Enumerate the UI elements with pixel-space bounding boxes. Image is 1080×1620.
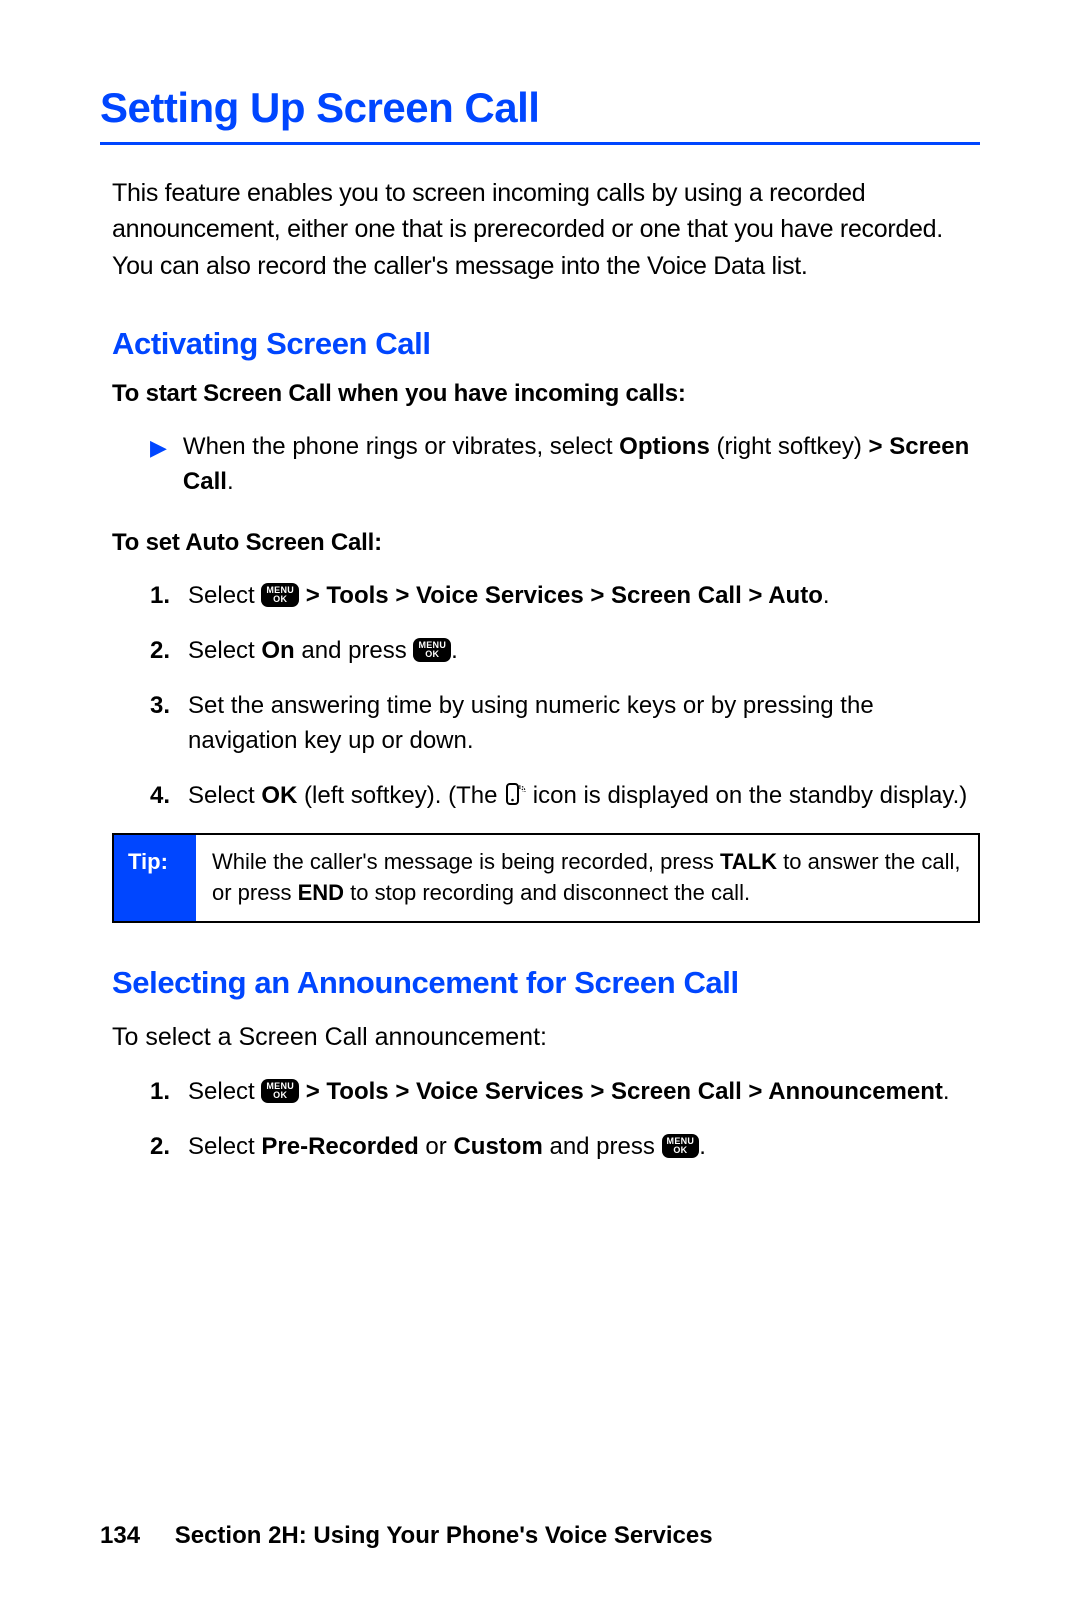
text: . xyxy=(823,582,830,609)
prerecorded-label: Pre-Recorded xyxy=(261,1133,418,1160)
step-2: 2. Select On and press MENUOK. xyxy=(150,634,980,669)
text: Select xyxy=(188,637,261,664)
text: Select xyxy=(188,782,261,809)
step-text: Select OK (left softkey). (The icon is d… xyxy=(188,779,967,814)
menu-path: > Tools > Voice Services > Screen Call >… xyxy=(299,1078,943,1105)
end-key: END xyxy=(298,880,344,905)
subheading-activating: Activating Screen Call xyxy=(112,326,980,362)
step-number: 2. xyxy=(150,1130,182,1165)
step-text: Select MENUOK > Tools > Voice Services >… xyxy=(188,1075,950,1110)
step-2: 2. Select Pre-Recorded or Custom and pre… xyxy=(150,1130,980,1165)
section-label: Section 2H: Using Your Phone's Voice Ser… xyxy=(175,1522,713,1549)
text: and press xyxy=(543,1133,662,1160)
steps-select-announcement: 1. Select MENUOK > Tools > Voice Service… xyxy=(150,1075,980,1165)
menu-ok-key-icon: MENUOK xyxy=(413,638,451,662)
menu-ok-key-icon: MENUOK xyxy=(261,583,299,607)
step-number: 4. xyxy=(150,779,182,814)
step-number: 1. xyxy=(150,1075,182,1110)
step-4: 4. Select OK (left softkey). (The icon i… xyxy=(150,779,980,814)
step-text: Select MENUOK > Tools > Voice Services >… xyxy=(188,579,830,614)
text: When the phone rings or vibrates, select xyxy=(183,433,619,460)
text: (right softkey) xyxy=(710,433,869,460)
arrow-text: When the phone rings or vibrates, select… xyxy=(183,430,980,500)
intro-paragraph: This feature enables you to screen incom… xyxy=(112,175,980,284)
page-footer: 134 Section 2H: Using Your Phone's Voice… xyxy=(100,1522,713,1550)
text: While the caller's message is being reco… xyxy=(212,849,720,874)
page-number: 134 xyxy=(100,1522,140,1549)
step-1: 1. Select MENUOK > Tools > Voice Service… xyxy=(150,1075,980,1110)
screen-call-status-icon xyxy=(504,782,526,806)
text: Select xyxy=(188,582,261,609)
text: . xyxy=(227,468,234,495)
step-number: 3. xyxy=(150,689,182,759)
tip-label: Tip: xyxy=(114,835,196,921)
menu-ok-key-icon: MENUOK xyxy=(662,1134,700,1158)
menu-ok-key-icon: MENUOK xyxy=(261,1079,299,1103)
menu-path: > Tools > Voice Services > Screen Call >… xyxy=(299,582,823,609)
step-text: Set the answering time by using numeric … xyxy=(188,689,980,759)
tip-text: While the caller's message is being reco… xyxy=(196,835,978,921)
ok-label: OK xyxy=(261,782,297,809)
text: . xyxy=(451,637,458,664)
lead-auto-screen-call: To set Auto Screen Call: xyxy=(112,529,980,557)
arrow-instruction: ▶ When the phone rings or vibrates, sele… xyxy=(150,430,980,500)
text: Select xyxy=(188,1078,261,1105)
triangle-right-icon: ▶ xyxy=(150,432,167,500)
talk-key: TALK xyxy=(720,849,777,874)
lead-start-screen-call: To start Screen Call when you have incom… xyxy=(112,380,980,408)
step-number: 2. xyxy=(150,634,182,669)
step-number: 1. xyxy=(150,579,182,614)
steps-auto-screen-call: 1. Select MENUOK > Tools > Voice Service… xyxy=(150,579,980,813)
text: and press xyxy=(295,637,414,664)
page-title: Setting Up Screen Call xyxy=(100,84,980,145)
step-text: Select Pre-Recorded or Custom and press … xyxy=(188,1130,706,1165)
text: . xyxy=(699,1133,706,1160)
select-announcement-intro: To select a Screen Call announcement: xyxy=(112,1019,980,1055)
manual-page: Setting Up Screen Call This feature enab… xyxy=(0,0,1080,1620)
tip-box: Tip: While the caller's message is being… xyxy=(112,833,980,923)
custom-label: Custom xyxy=(453,1133,542,1160)
step-text: Select On and press MENUOK. xyxy=(188,634,458,669)
text: icon is displayed on the standby display… xyxy=(526,782,967,809)
subheading-selecting-announcement: Selecting an Announcement for Screen Cal… xyxy=(112,965,980,1001)
step-3: 3. Set the answering time by using numer… xyxy=(150,689,980,759)
text: to stop recording and disconnect the cal… xyxy=(344,880,750,905)
text: Select xyxy=(188,1133,261,1160)
text: or xyxy=(419,1133,454,1160)
options-label: Options xyxy=(619,433,710,460)
step-1: 1. Select MENUOK > Tools > Voice Service… xyxy=(150,579,980,614)
text: . xyxy=(943,1078,950,1105)
on-label: On xyxy=(261,637,294,664)
text: (left softkey). (The xyxy=(297,782,504,809)
